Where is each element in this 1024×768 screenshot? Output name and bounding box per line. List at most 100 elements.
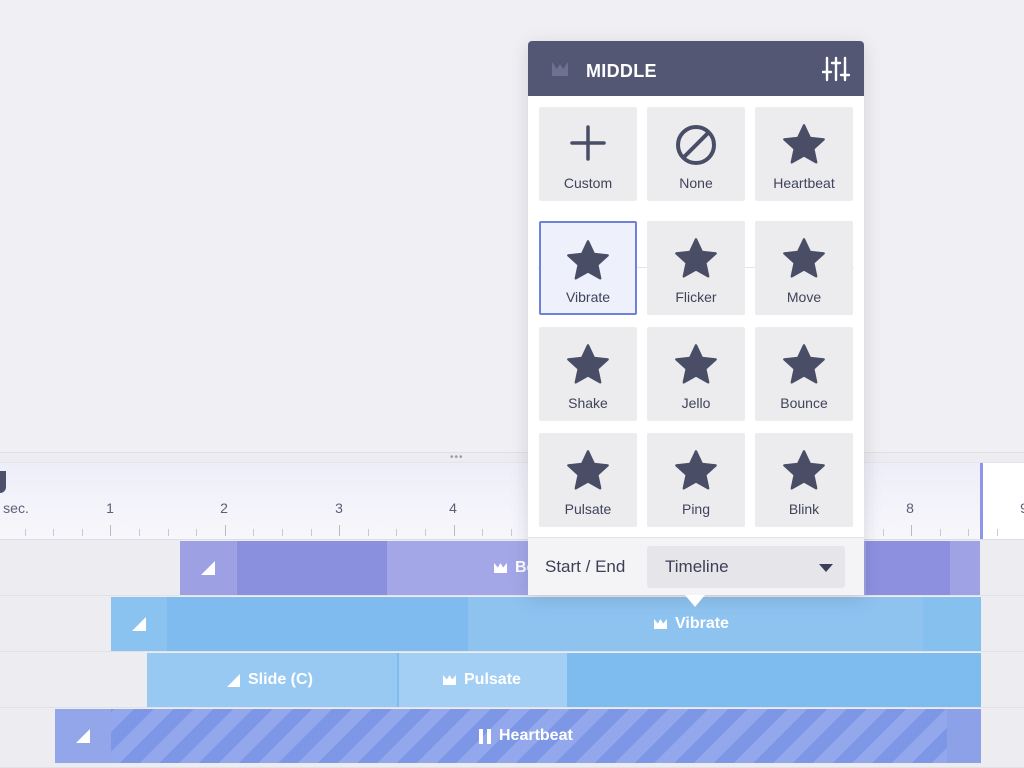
slide-icon <box>227 673 240 687</box>
ruler-tick <box>139 529 140 536</box>
effect-label: Blink <box>788 501 820 517</box>
ruler-tick <box>511 529 512 536</box>
bar-label-text: Heartbeat <box>499 727 573 744</box>
effect-label: Ping <box>681 501 711 517</box>
playhead-handle[interactable] <box>0 471 6 493</box>
bar-label: Pulsate <box>443 653 521 707</box>
ruler-tick <box>253 529 254 536</box>
ruler-tick <box>53 529 54 536</box>
popup-body: Custom None Heartbeat Vibrate Flicker Mo… <box>528 96 864 595</box>
start-end-select-value: Timeline <box>665 557 729 576</box>
ruler-label-8: 8 <box>906 500 914 516</box>
track-row: Vibrate <box>0 596 1024 652</box>
canvas-area <box>0 0 1024 452</box>
ruler-tick <box>368 529 369 536</box>
bar-label-text: Vibrate <box>675 615 729 632</box>
effect-vibrate[interactable]: Vibrate <box>539 221 637 315</box>
option-custom[interactable]: Custom <box>539 107 637 201</box>
effect-label: Vibrate <box>565 289 611 305</box>
star-icon <box>783 124 825 164</box>
prohibit-icon <box>676 125 716 165</box>
animation-bar[interactable]: Slide (C) Pulsate <box>147 653 981 707</box>
ruler-tick <box>282 529 283 536</box>
bar-segment <box>237 541 387 595</box>
panel-resize-handle[interactable]: ••• <box>0 452 1024 463</box>
ruler-label-unit: sec. <box>3 500 29 516</box>
star-icon <box>567 450 609 490</box>
option-label: Heartbeat <box>773 175 835 191</box>
pause-icon <box>479 728 491 744</box>
option-heartbeat[interactable]: Heartbeat <box>755 107 853 201</box>
ruler-tick <box>82 529 83 536</box>
animation-bar[interactable]: Vibrate <box>111 597 981 651</box>
ruler-label-2: 2 <box>220 500 228 516</box>
crown-icon <box>654 619 667 629</box>
sliders-icon[interactable] <box>822 55 850 83</box>
ruler-tick <box>396 529 397 536</box>
effect-label: Jello <box>681 395 711 411</box>
effect-shake[interactable]: Shake <box>539 327 637 421</box>
effect-flicker[interactable]: Flicker <box>647 221 745 315</box>
ruler-tick <box>482 529 483 536</box>
effect-move[interactable]: Move <box>755 221 853 315</box>
ruler-tick <box>883 529 884 536</box>
bar-label-text: Pulsate <box>464 671 521 688</box>
drag-dots-icon: ••• <box>450 452 464 463</box>
start-end-row: Start / End Timeline <box>528 537 864 595</box>
plus-icon <box>570 125 606 161</box>
star-icon <box>675 238 717 278</box>
bar-label: Heartbeat <box>479 709 573 763</box>
ruler-tick <box>196 529 197 536</box>
effect-label: Move <box>786 289 822 305</box>
star-icon <box>783 238 825 278</box>
effect-label: Flicker <box>675 289 717 305</box>
crown-icon <box>494 563 507 573</box>
resize-corner-icon <box>76 729 90 743</box>
ruler-tick <box>225 525 226 536</box>
ruler-tick <box>911 525 912 536</box>
start-end-label: Start / End <box>545 557 626 576</box>
star-icon <box>567 344 609 384</box>
resize-corner-icon <box>201 561 215 575</box>
animation-bar[interactable]: Heartbeat <box>55 709 981 763</box>
bar-start-handle[interactable] <box>55 709 111 763</box>
star-icon <box>675 450 717 490</box>
effect-jello[interactable]: Jello <box>647 327 745 421</box>
star-icon <box>675 344 717 384</box>
bar-segment <box>947 709 981 763</box>
ruler-tick <box>339 525 340 536</box>
ruler-label-1: 1 <box>106 500 114 516</box>
popup-header: MIDDLE <box>528 41 864 96</box>
option-label: Custom <box>563 175 613 191</box>
track-row: Bo <box>0 540 1024 596</box>
ruler-label-9: 9 <box>1020 500 1024 516</box>
effect-label: Bounce <box>780 395 828 411</box>
star-icon <box>783 450 825 490</box>
ruler-tick <box>110 525 111 536</box>
start-end-select[interactable]: Timeline <box>647 546 845 588</box>
effect-blink[interactable]: Blink <box>755 433 853 527</box>
bar-start-handle[interactable] <box>180 541 236 595</box>
resize-corner-icon <box>132 617 146 631</box>
effect-ping[interactable]: Ping <box>647 433 745 527</box>
ruler-tick <box>968 529 969 536</box>
bar-start-handle[interactable] <box>111 597 167 651</box>
star-icon <box>783 344 825 384</box>
track-row: Heartbeat <box>0 708 1024 768</box>
ruler-tick <box>311 529 312 536</box>
ruler-tick <box>940 529 941 536</box>
ruler-tick <box>997 529 998 536</box>
timeline-end-zone <box>980 463 1024 539</box>
chevron-down-icon <box>819 564 833 572</box>
effect-pulsate[interactable]: Pulsate <box>539 433 637 527</box>
effect-bounce[interactable]: Bounce <box>755 327 853 421</box>
bar-label-text: Slide (C) <box>248 671 313 688</box>
popup-title: MIDDLE <box>586 61 657 81</box>
effect-label: Pulsate <box>564 501 612 517</box>
ruler-tick <box>168 529 169 536</box>
ruler-tick <box>425 529 426 536</box>
crown-icon <box>443 675 456 685</box>
bar-segment <box>923 597 981 651</box>
option-none[interactable]: None <box>647 107 745 201</box>
timeline-ruler[interactable]: sec. 1 2 3 4 8 9 <box>0 462 1024 540</box>
